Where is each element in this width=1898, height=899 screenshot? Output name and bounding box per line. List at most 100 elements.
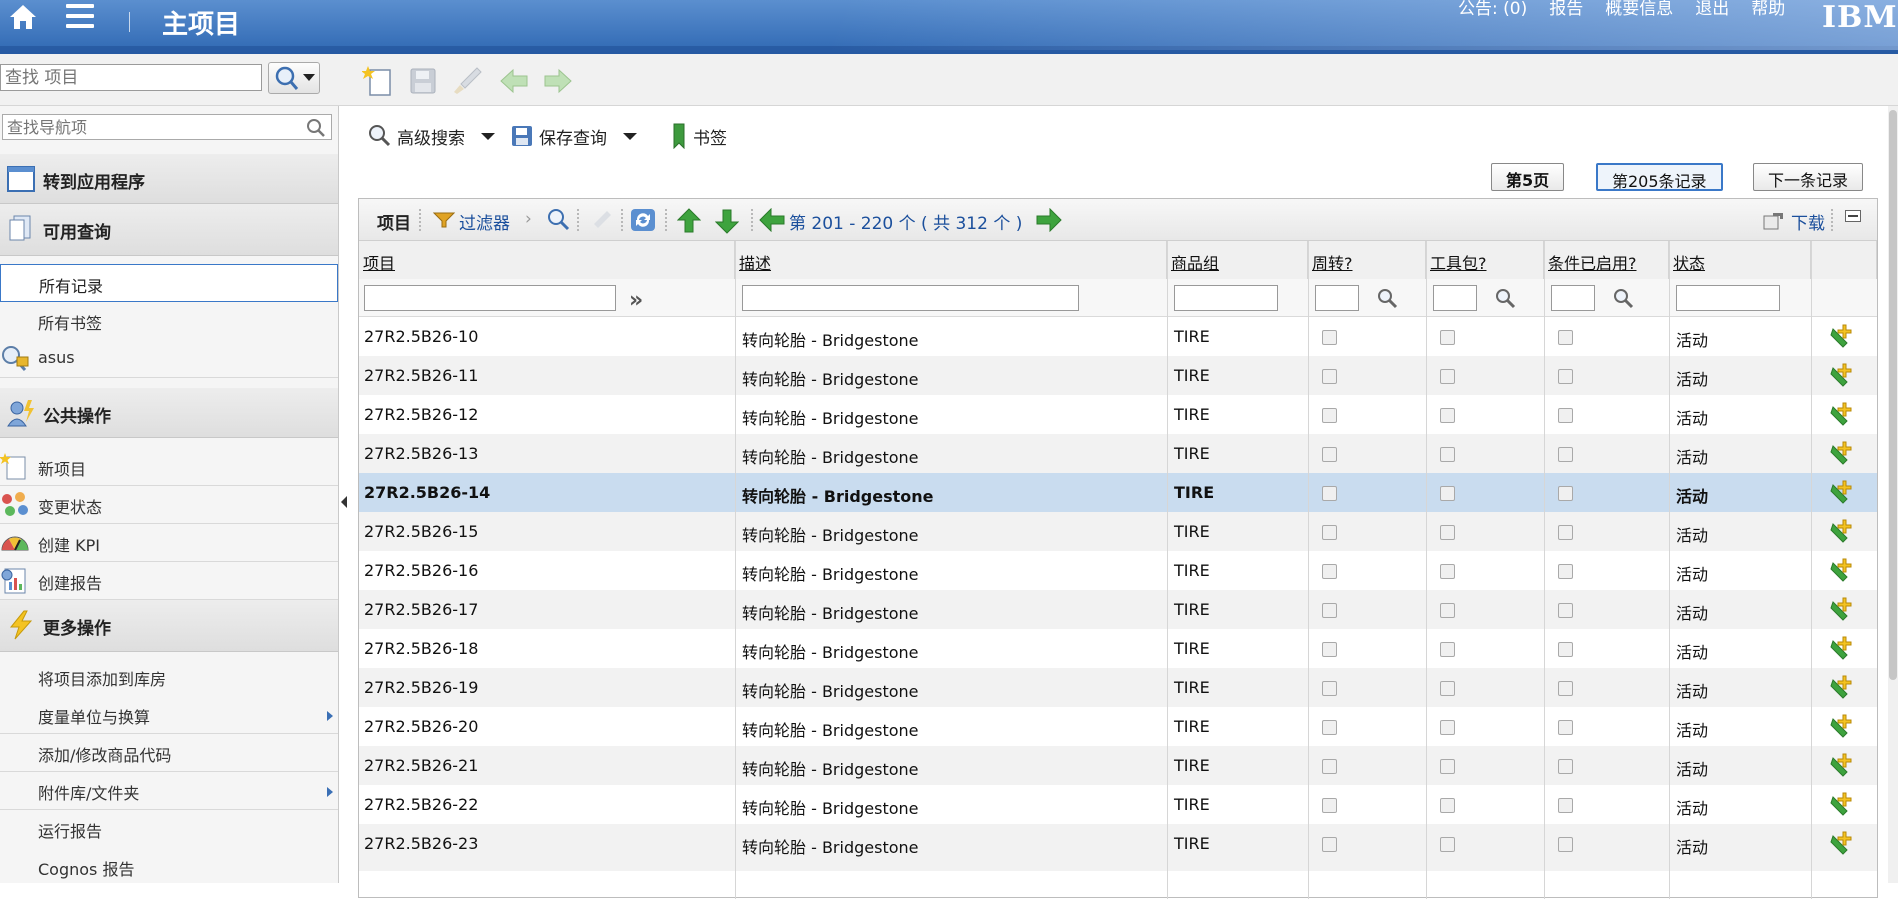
find-item-input[interactable] xyxy=(0,64,262,91)
table-row[interactable]: 27R2.5B26-20 转向轮胎 - Bridgestone TIRE 活动 xyxy=(359,707,1877,746)
record-number-button[interactable]: 第205条记录 xyxy=(1596,163,1723,191)
new-record-icon[interactable] xyxy=(362,64,396,98)
action-create-report[interactable]: 创建报告 xyxy=(0,562,338,600)
table-row[interactable]: 27R2.5B26-18 转向轮胎 - Bridgestone TIRE 活动 xyxy=(359,629,1877,668)
condition-enabled-checkbox[interactable] xyxy=(1558,642,1573,657)
action-new-item[interactable]: 新项目 xyxy=(0,448,338,486)
kit-checkbox[interactable] xyxy=(1440,447,1455,462)
column-header-commodity-group[interactable]: 商品组 xyxy=(1167,241,1308,279)
rotating-checkbox[interactable] xyxy=(1322,408,1337,423)
kit-checkbox[interactable] xyxy=(1440,642,1455,657)
double-chevron-icon[interactable]: » xyxy=(629,288,653,313)
filter-kit-input[interactable] xyxy=(1433,285,1477,311)
action-commodity-codes[interactable]: 添加/修改商品代码 xyxy=(0,734,338,772)
next-record-icon[interactable] xyxy=(541,64,575,98)
section-more-actions[interactable]: 更多操作 xyxy=(0,600,338,652)
kit-checkbox[interactable] xyxy=(1440,408,1455,423)
add-to-storeroom-icon[interactable] xyxy=(1829,440,1857,468)
rotating-checkbox[interactable] xyxy=(1322,447,1337,462)
add-to-storeroom-icon[interactable] xyxy=(1829,791,1857,819)
item-cell[interactable]: 27R2.5B26-16 xyxy=(364,561,478,580)
filter-item-input[interactable] xyxy=(364,285,616,311)
kit-checkbox[interactable] xyxy=(1440,369,1455,384)
rotating-checkbox[interactable] xyxy=(1322,759,1337,774)
previous-record-icon[interactable] xyxy=(497,64,531,98)
section-common-actions[interactable]: 公共操作 xyxy=(0,388,338,438)
clear-changes-icon[interactable] xyxy=(451,64,485,98)
query-all-records[interactable]: 所有记录 xyxy=(0,264,338,302)
item-cell[interactable]: 27R2.5B26-13 xyxy=(364,444,478,463)
lookup-icon[interactable] xyxy=(1611,286,1635,310)
table-row[interactable]: 27R2.5B26-10 转向轮胎 - Bridgestone TIRE 活动 xyxy=(359,317,1877,356)
next-page-icon[interactable] xyxy=(1036,208,1062,232)
add-to-storeroom-icon[interactable] xyxy=(1829,401,1857,429)
condition-enabled-checkbox[interactable] xyxy=(1558,486,1573,501)
filter-status-input[interactable] xyxy=(1676,285,1780,311)
kit-checkbox[interactable] xyxy=(1440,330,1455,345)
add-to-storeroom-icon[interactable] xyxy=(1829,479,1857,507)
condition-enabled-checkbox[interactable] xyxy=(1558,681,1573,696)
item-cell[interactable]: 27R2.5B26-14 xyxy=(364,483,490,502)
kit-checkbox[interactable] xyxy=(1440,681,1455,696)
table-row[interactable]: 27R2.5B26-12 转向轮胎 - Bridgestone TIRE 活动 xyxy=(359,395,1877,434)
rotating-checkbox[interactable] xyxy=(1322,642,1337,657)
action-cognos-reports[interactable]: Cognos 报告 xyxy=(0,848,338,883)
save-icon[interactable] xyxy=(406,64,440,98)
kit-checkbox[interactable] xyxy=(1440,837,1455,852)
condition-enabled-checkbox[interactable] xyxy=(1558,759,1573,774)
kit-checkbox[interactable] xyxy=(1440,759,1455,774)
item-cell[interactable]: 27R2.5B26-18 xyxy=(364,639,478,658)
rotating-checkbox[interactable] xyxy=(1322,564,1337,579)
scrollbar-thumb[interactable] xyxy=(1889,110,1897,680)
section-goto-applications[interactable]: 转到应用程序 xyxy=(0,154,338,204)
search-icon[interactable] xyxy=(546,208,572,232)
download-link[interactable]: 下载 xyxy=(1791,209,1825,234)
condition-enabled-checkbox[interactable] xyxy=(1558,603,1573,618)
table-row[interactable]: 27R2.5B26-13 转向轮胎 - Bridgestone TIRE 活动 xyxy=(359,434,1877,473)
profile-link[interactable]: 概要信息 xyxy=(1605,0,1673,19)
kit-checkbox[interactable] xyxy=(1440,525,1455,540)
kit-checkbox[interactable] xyxy=(1440,720,1455,735)
add-to-storeroom-icon[interactable] xyxy=(1829,596,1857,624)
column-header-item[interactable]: 项目 xyxy=(359,241,735,279)
add-to-storeroom-icon[interactable] xyxy=(1829,557,1857,585)
condition-enabled-checkbox[interactable] xyxy=(1558,330,1573,345)
lookup-icon[interactable] xyxy=(1375,286,1399,310)
kit-checkbox[interactable] xyxy=(1440,486,1455,501)
condition-enabled-checkbox[interactable] xyxy=(1558,720,1573,735)
search-icon[interactable] xyxy=(305,117,327,139)
column-header-description[interactable]: 描述 xyxy=(735,241,1167,279)
table-row[interactable]: 27R2.5B26-11 转向轮胎 - Bridgestone TIRE 活动 xyxy=(359,356,1877,395)
item-cell[interactable]: 27R2.5B26-11 xyxy=(364,366,478,385)
condition-enabled-checkbox[interactable] xyxy=(1558,564,1573,579)
add-to-storeroom-icon[interactable] xyxy=(1829,323,1857,351)
item-cell[interactable]: 27R2.5B26-17 xyxy=(364,600,478,619)
condition-enabled-checkbox[interactable] xyxy=(1558,408,1573,423)
action-run-reports[interactable]: 运行报告 xyxy=(0,810,338,848)
signout-link[interactable]: 退出 xyxy=(1695,0,1729,19)
action-add-to-storeroom[interactable]: 将项目添加到库房 xyxy=(0,658,338,696)
table-row[interactable]: 27R2.5B26-15 转向轮胎 - Bridgestone TIRE 活动 xyxy=(359,512,1877,551)
rotating-checkbox[interactable] xyxy=(1322,330,1337,345)
item-cell[interactable]: 27R2.5B26-23 xyxy=(364,834,478,853)
rotating-checkbox[interactable] xyxy=(1322,837,1337,852)
sidebar-collapse-handle[interactable] xyxy=(339,460,347,540)
item-cell[interactable]: 27R2.5B26-12 xyxy=(364,405,478,424)
item-cell[interactable]: 27R2.5B26-19 xyxy=(364,678,478,697)
table-row[interactable]: 27R2.5B26-14 转向轮胎 - Bridgestone TIRE 活动 xyxy=(359,473,1877,512)
table-row[interactable]: 27R2.5B26-21 转向轮胎 - Bridgestone TIRE 活动 xyxy=(359,746,1877,785)
action-change-status[interactable]: 变更状态 xyxy=(0,486,338,524)
kit-checkbox[interactable] xyxy=(1440,603,1455,618)
rotating-checkbox[interactable] xyxy=(1322,525,1337,540)
advanced-search-dropdown[interactable] xyxy=(481,132,495,140)
column-header-kit[interactable]: 工具包? xyxy=(1426,241,1544,279)
clear-filter-icon[interactable] xyxy=(587,209,613,233)
filter-icon[interactable] xyxy=(433,212,455,228)
column-header-condition-enabled[interactable]: 条件已启用? xyxy=(1544,241,1669,279)
add-to-storeroom-icon[interactable] xyxy=(1829,713,1857,741)
add-to-storeroom-icon[interactable] xyxy=(1829,752,1857,780)
add-to-storeroom-icon[interactable] xyxy=(1829,635,1857,663)
table-row[interactable]: 27R2.5B26-17 转向轮胎 - Bridgestone TIRE 活动 xyxy=(359,590,1877,629)
arrow-up-icon[interactable] xyxy=(677,208,701,234)
table-row[interactable]: 27R2.5B26-19 转向轮胎 - Bridgestone TIRE 活动 xyxy=(359,668,1877,707)
